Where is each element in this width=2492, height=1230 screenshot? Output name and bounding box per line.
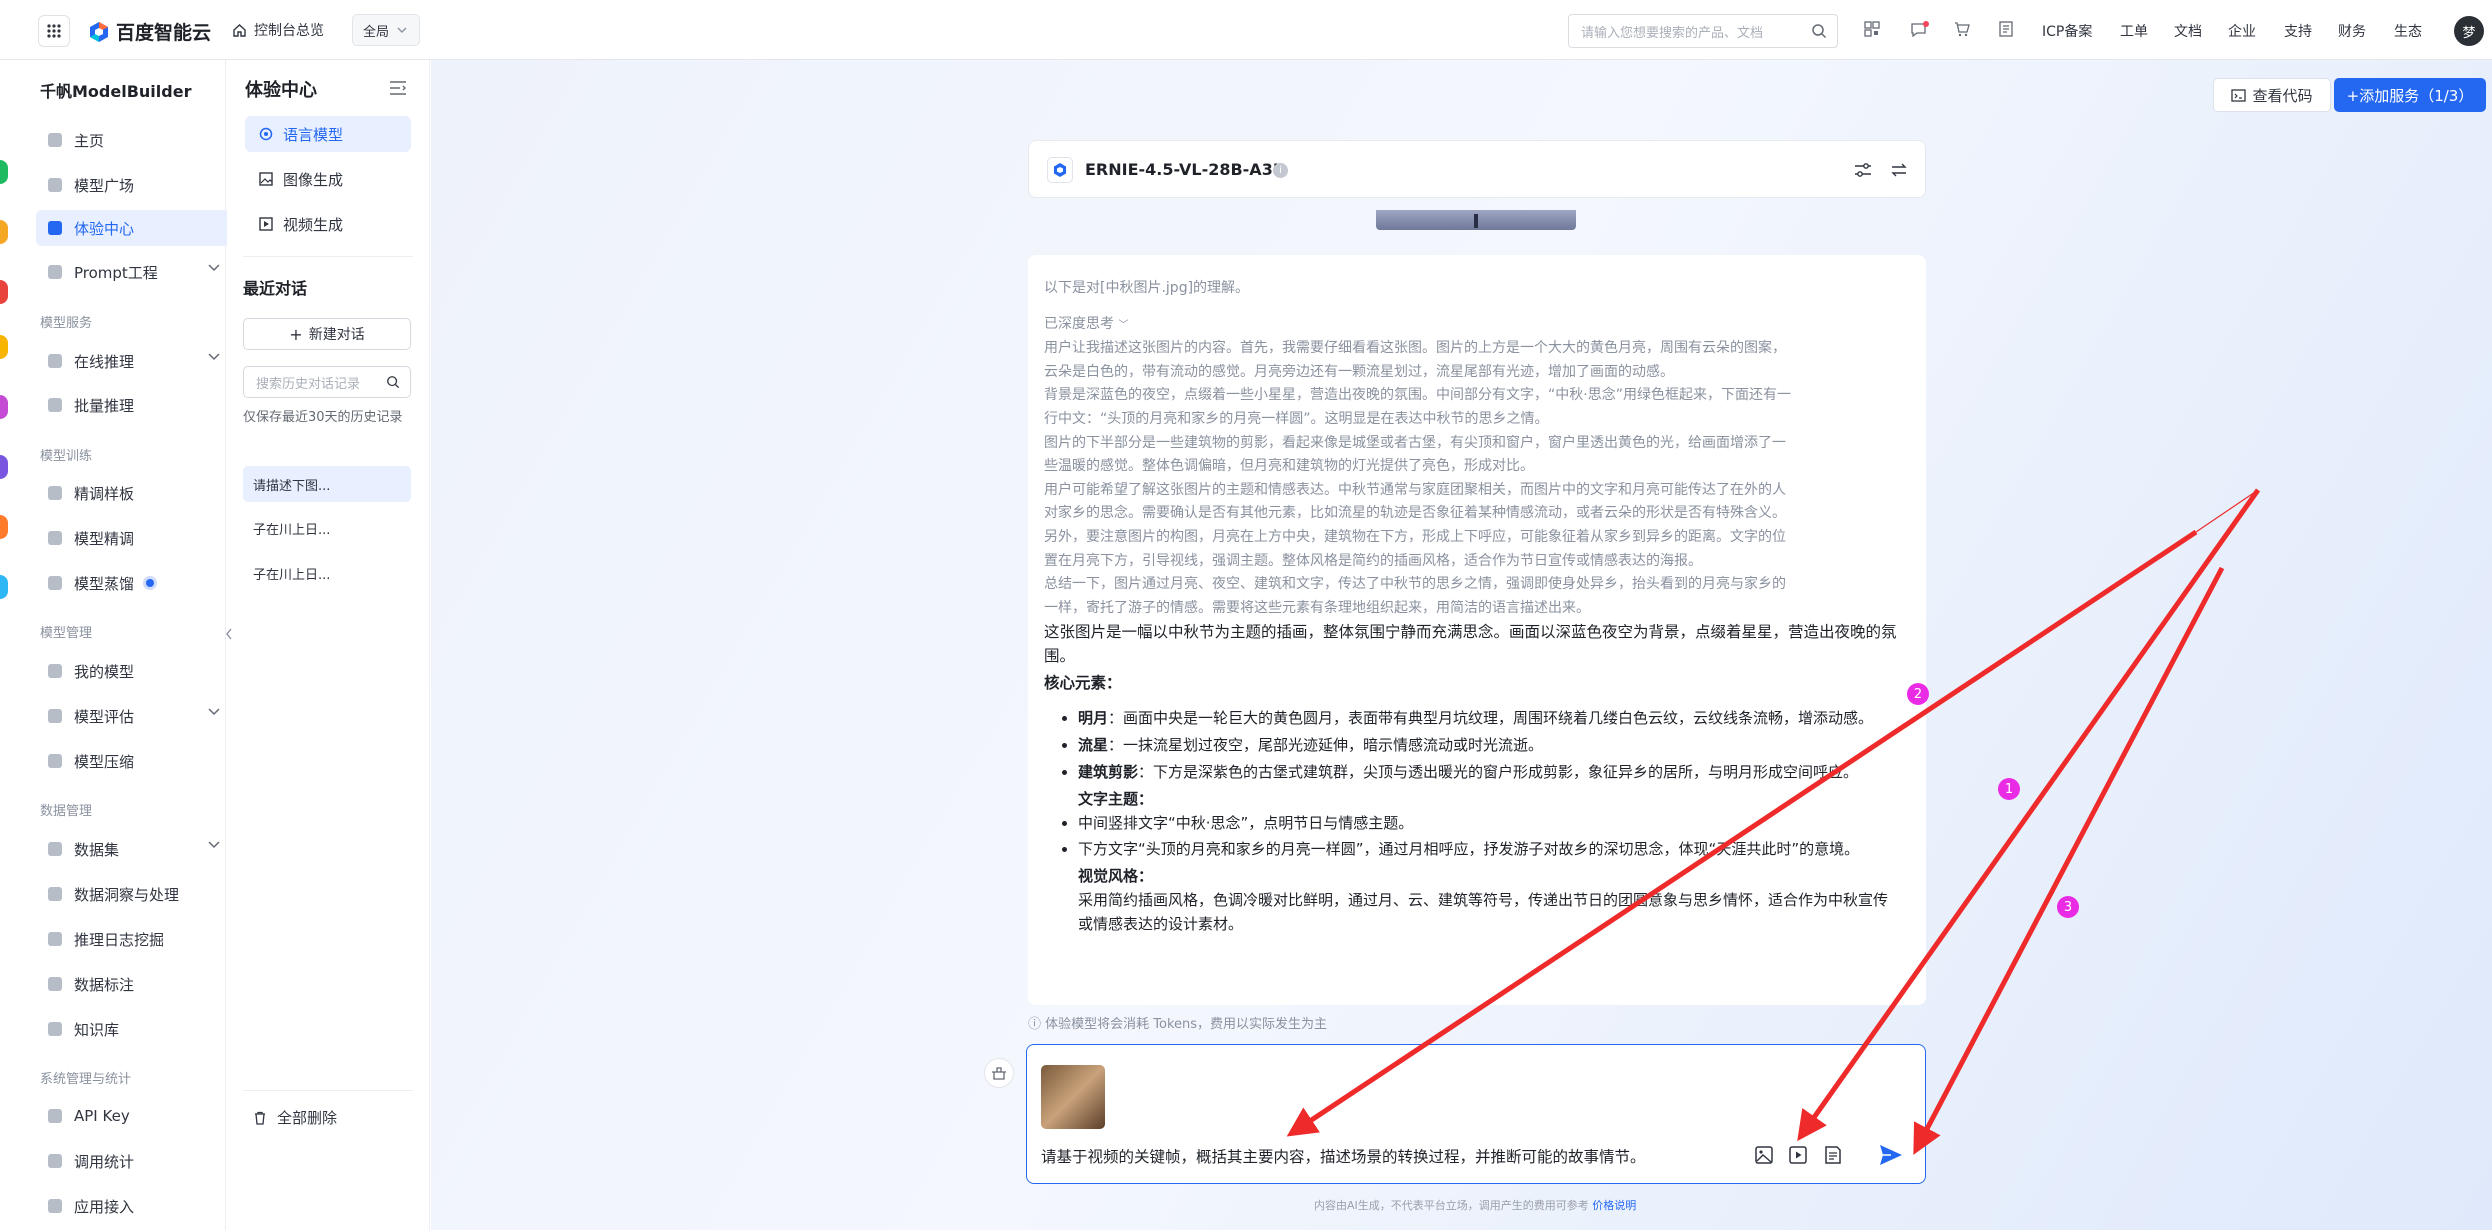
annotation-arrow xyxy=(1913,566,2225,1155)
annotation-badge-3: 3 xyxy=(2057,896,2079,918)
annotation-arrow xyxy=(1797,488,2261,1142)
annotation-badge-2: 2 xyxy=(1907,683,1929,705)
annotation-badge-1: 1 xyxy=(1998,778,2020,800)
annotation-arrow xyxy=(1286,529,2198,1137)
annotation-guide-line xyxy=(2195,489,2259,533)
annotation-arrows-overlay xyxy=(1286,488,2261,1155)
